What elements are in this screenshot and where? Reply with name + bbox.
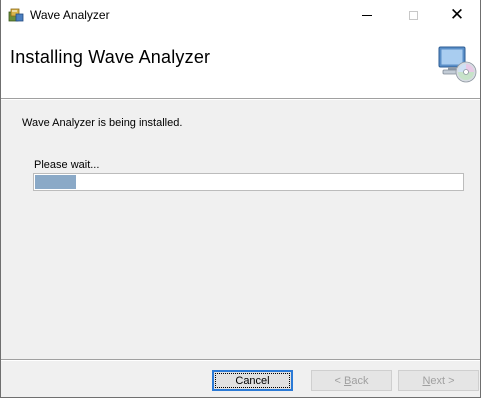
window-title: Wave Analyzer — [30, 8, 110, 22]
install-status-text: Wave Analyzer is being installed. — [22, 117, 183, 129]
page-title: Installing Wave Analyzer — [10, 47, 211, 67]
maximize-icon — [408, 10, 418, 20]
header-banner: Installing Wave Analyzer — [1, 30, 480, 98]
progress-fill — [35, 175, 76, 189]
computer-cd-icon — [438, 46, 477, 83]
maximize-button[interactable] — [390, 0, 436, 30]
installer-window: Wave Analyzer ✕ Installing Wave Analyzer… — [0, 0, 481, 398]
title-bar[interactable]: Wave Analyzer ✕ — [1, 0, 480, 30]
close-icon: ✕ — [449, 4, 465, 25]
minimize-button[interactable] — [344, 0, 390, 30]
close-button[interactable]: ✕ — [434, 0, 480, 30]
cancel-button[interactable]: Cancel — [212, 370, 293, 391]
back-button[interactable]: < Back — [311, 370, 392, 391]
installer-icon — [8, 8, 24, 22]
cancel-button-label: Cancel — [235, 374, 270, 387]
please-wait-label: Please wait... — [34, 159, 100, 171]
minimize-icon — [362, 14, 372, 16]
install-progress-bar — [33, 173, 464, 191]
next-button[interactable]: Next > — [398, 370, 479, 391]
